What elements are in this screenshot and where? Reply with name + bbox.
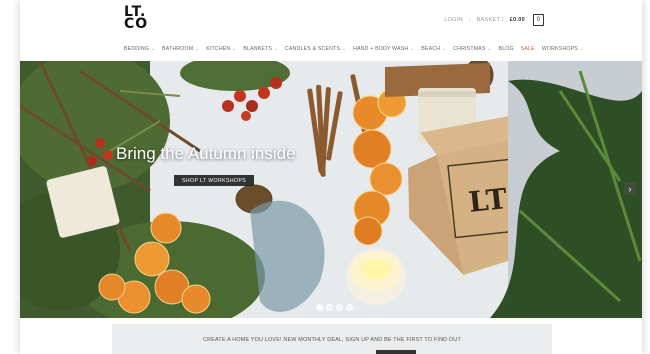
nav-item-label: HAND + BODY WASH [353, 46, 409, 52]
page-frame: LT. CO LOGIN | BASKET / £0.00 0 BEDDING ⌄… [20, 0, 642, 354]
account-bar: LOGIN | BASKET / £0.00 0 [444, 14, 544, 26]
account-separator: | [468, 17, 471, 23]
nav-item-label: CHRISTMAS [453, 46, 486, 52]
site-logo[interactable]: LT. CO [124, 5, 164, 32]
chevron-down-icon: ⌄ [274, 46, 279, 51]
box-logo-text: LT [467, 182, 509, 219]
chevron-down-icon: ⌄ [151, 46, 156, 51]
nav-item-kitchen[interactable]: KITCHEN ⌄ [206, 46, 236, 52]
chevron-down-icon: ⌄ [487, 46, 492, 51]
nav-item-label: SALE [520, 46, 535, 52]
basket-link[interactable]: BASKET / [477, 17, 504, 23]
main-navigation: BEDDING ⌄ BATHROOM ⌄ KITCHEN ⌄ BLANKETS ⌄ CANDLE… [124, 46, 584, 52]
chevron-down-icon: ⌄ [442, 46, 447, 51]
newsletter-signup-button[interactable] [376, 350, 416, 354]
slider-dot[interactable] [326, 304, 333, 311]
nav-item-christmas[interactable]: CHRISTMAS ⌄ [453, 46, 491, 52]
nav-item-label: CANDLES & SCENTS [285, 46, 341, 52]
nav-item-candles-scents[interactable]: CANDLES & SCENTS ⌄ [285, 46, 346, 52]
cart-count-badge[interactable]: 0 [533, 14, 544, 26]
newsletter-text: CREATE A HOME YOU LOVE! NEW MONTHLY DEAL… [203, 337, 461, 343]
next-slide-arrow-icon[interactable]: › [624, 182, 636, 195]
chevron-down-icon: ⌄ [410, 46, 415, 51]
nav-item-bathroom[interactable]: BATHROOM ⌄ [162, 46, 199, 52]
chevron-down-icon: ⌄ [342, 46, 347, 51]
nav-item-label: BATHROOM [162, 46, 194, 52]
basket-total[interactable]: £0.00 [510, 17, 525, 23]
slider-dot[interactable] [346, 304, 353, 311]
slider-dots [316, 304, 353, 311]
nav-item-blankets[interactable]: BLANKETS ⌄ [243, 46, 278, 52]
nav-item-workshops[interactable]: WORKSHOPS ⌄ [542, 46, 584, 52]
chevron-down-icon: ⌄ [579, 46, 584, 51]
slider-dot[interactable] [316, 304, 323, 311]
shop-workshops-button[interactable]: SHOP LT WORKSHOPS [174, 175, 255, 186]
slider-dot[interactable] [336, 304, 343, 311]
nav-item-label: BEACH [421, 46, 441, 52]
nav-item-label: BLANKETS [243, 46, 273, 52]
login-link[interactable]: LOGIN [444, 17, 463, 23]
logo-line-2: CO [124, 16, 149, 32]
chevron-down-icon: ⌄ [232, 46, 237, 51]
nav-item-sale[interactable]: SALE [521, 46, 535, 52]
nav-item-beach[interactable]: BEACH ⌄ [421, 46, 446, 52]
nav-item-label: BLOG [498, 46, 514, 52]
hero-image: LT [20, 61, 642, 318]
nav-item-bedding[interactable]: BEDDING ⌄ [124, 46, 155, 52]
chevron-down-icon: ⌄ [195, 46, 200, 51]
hero-title: Bring the Autumn inside [116, 144, 296, 163]
nav-item-hand-body-wash[interactable]: HAND + BODY WASH ⌄ [353, 46, 414, 52]
hero-slider[interactable]: LT Bring the Autumn inside SHOP LT WORKS… [20, 61, 642, 318]
nav-item-label: KITCHEN [206, 46, 231, 52]
nav-item-label: WORKSHOPS [541, 46, 578, 52]
nav-item-label: BEDDING [124, 46, 150, 52]
nav-item-blog[interactable]: BLOG [499, 46, 514, 52]
newsletter-banner: CREATE A HOME YOU LOVE! NEW MONTHLY DEAL… [112, 324, 552, 354]
